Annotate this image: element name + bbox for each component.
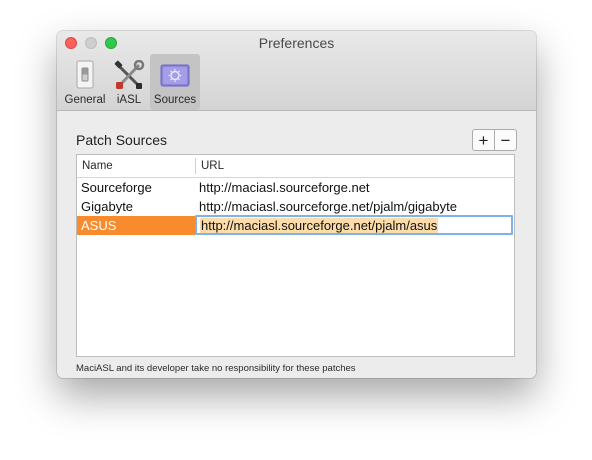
- table-header: Name URL: [77, 155, 514, 178]
- row-name: Sourceforge: [81, 180, 152, 195]
- add-remove-control: + −: [472, 129, 517, 151]
- tab-general-label: General: [64, 94, 106, 106]
- switch-icon: [71, 60, 99, 93]
- tab-general[interactable]: General: [61, 54, 109, 110]
- column-header-name[interactable]: Name: [82, 155, 192, 177]
- window-title: Preferences: [258, 35, 335, 51]
- remove-source-button[interactable]: −: [495, 130, 516, 150]
- sources-icon: [158, 60, 192, 93]
- disclaimer-text: MaciASL and its developer take no respon…: [76, 363, 356, 374]
- url-edit-field[interactable]: http://maciasl.sourceforge.net/pjalm/asu…: [195, 215, 513, 235]
- row-url: http://maciasl.sourceforge.net: [199, 180, 370, 195]
- preferences-window: Preferences General iASL Sources Patch S…: [57, 31, 536, 378]
- table-row-selected[interactable]: ASUS http://maciasl.sourceforge.net/pjal…: [77, 215, 514, 235]
- row-name: ASUS: [81, 218, 117, 233]
- column-header-url[interactable]: URL: [201, 155, 501, 177]
- table-row[interactable]: Sourceforge http://maciasl.sourceforge.n…: [77, 178, 514, 197]
- tab-sources-label: Sources: [153, 94, 197, 106]
- tab-iasl[interactable]: iASL: [109, 54, 149, 110]
- url-edit-text[interactable]: http://maciasl.sourceforge.net/pjalm/asu…: [200, 218, 439, 233]
- titlebar: Preferences General iASL Sources: [57, 31, 536, 111]
- section-title: Patch Sources: [76, 132, 168, 148]
- tab-iasl-label: iASL: [116, 94, 142, 106]
- sources-table[interactable]: Name URL Sourceforge http://maciasl.sour…: [76, 154, 515, 357]
- tools-icon: [113, 59, 145, 95]
- column-divider[interactable]: [195, 158, 196, 174]
- row-name: Gigabyte: [81, 199, 134, 214]
- add-source-button[interactable]: +: [473, 130, 495, 150]
- sources-pane: Patch Sources + − Name URL Sourceforge h…: [57, 111, 536, 378]
- row-url: http://maciasl.sourceforge.net/pjalm/gig…: [199, 199, 457, 214]
- table-row[interactable]: Gigabyte http://maciasl.sourceforge.net/…: [77, 197, 514, 216]
- tab-sources[interactable]: Sources: [150, 54, 200, 110]
